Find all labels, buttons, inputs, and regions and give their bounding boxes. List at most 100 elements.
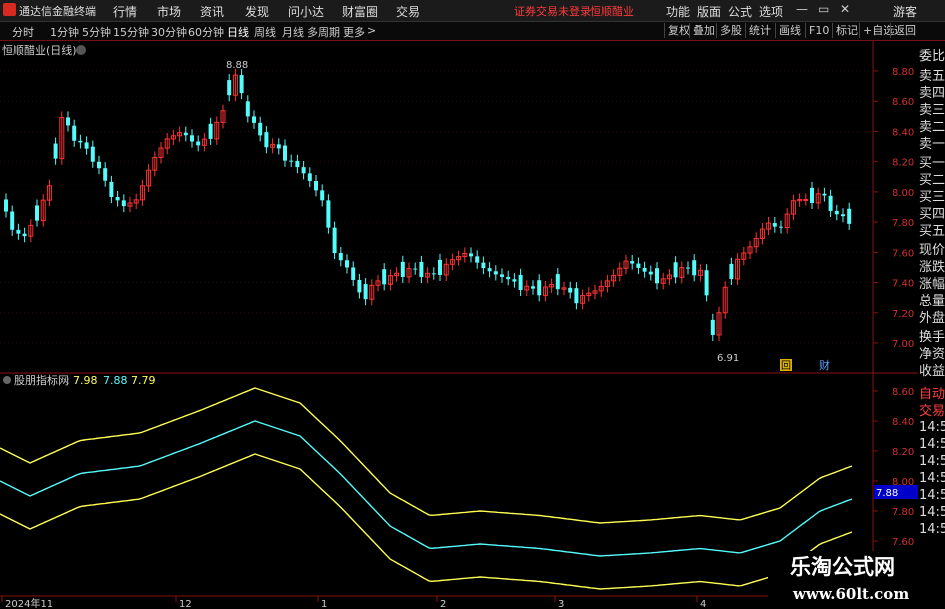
candle-body [351,267,356,280]
tick-time: 14:56 [919,454,945,469]
maximize-icon[interactable]: ▭ [818,2,829,16]
candle-body [314,181,318,191]
period-more[interactable]: 更多 [343,24,365,40]
f10-button[interactable]: F10 [805,23,829,38]
candle-body [264,132,269,148]
kline-tick-label: 7.40 [892,279,914,290]
stock-name: 恒顺醋业 [590,5,634,18]
period-1min[interactable]: 1分钟 [50,24,79,40]
kline-candles [4,69,852,342]
fuquan-button[interactable]: 复权 [664,23,690,38]
candle-body [828,195,833,211]
period-15min[interactable]: 15分钟 [113,24,149,40]
candle-body [295,160,300,168]
menu-gongneng[interactable]: 功能 [666,3,690,20]
period-30min[interactable]: 30分钟 [151,24,187,40]
indicator-name: 股朋指标网 [14,373,69,387]
period-monthly[interactable]: 月线 [282,24,304,40]
kline-title: 恒顺醋业(日线) [2,43,77,57]
time-tick-label: 2024年11 [5,597,53,609]
indicator-sep: : [66,374,70,387]
candle-body [487,268,492,272]
menu-gongshi[interactable]: 公式 [728,3,752,20]
candle-body [109,181,114,198]
candle-body [239,75,244,94]
period-60min[interactable]: 60分钟 [188,24,224,40]
user-label[interactable]: 游客 [893,3,917,20]
menu-hangqing[interactable]: 行情 [113,3,137,20]
candle-body [475,256,480,263]
current-value-text: 7.88 [876,488,898,499]
indicator-tick-label: 7.80 [892,507,914,518]
kline-tick-label: 7.20 [892,309,914,320]
menu-shichang[interactable]: 市场 [157,3,181,20]
candle-body [258,122,263,136]
close-icon[interactable]: ✕ [840,2,850,16]
add-favorite-button[interactable]: +自选 [859,23,894,38]
candle-body [686,267,690,269]
repurchase-marker-label: 回 [781,360,791,372]
chevron-right-icon[interactable]: > [367,24,376,37]
candle-body [53,143,58,159]
menu-zixun[interactable]: 资讯 [200,3,224,20]
candle-body [772,223,777,227]
period-multi[interactable]: 多周期 [307,24,340,40]
quote-label-buy5[interactable]: 买五 [919,220,945,239]
indicator-line-1 [0,420,853,557]
indicator-line-0 [0,387,853,524]
watermark-url: www.60lt.com [793,585,910,603]
stats-button[interactable]: 统计 [745,23,771,38]
candle-body [469,253,473,257]
menu-jiaoyi[interactable]: 交易 [396,3,420,20]
candle-body [779,226,783,228]
chart-area[interactable]: 8.80 8.60 8.40 8.20 8.00 7.80 7.60 7.40 7.20 7.00… [0,41,918,609]
period-daily[interactable]: 日线 [227,24,249,40]
candle-body [190,135,194,142]
menu-faxian[interactable]: 发现 [245,3,269,20]
candle-body [531,286,535,289]
candle-body [803,198,809,201]
candle-body [636,263,641,268]
candle-body [252,116,256,123]
menu-banmian[interactable]: 版面 [697,3,721,20]
kline-price-axis: 8.80 8.60 8.40 8.20 8.00 7.80 7.60 7.40 7.20 7.00 [873,67,914,350]
candle-body [648,271,653,275]
back-button[interactable]: 返回 [890,23,916,38]
multi-stock-button[interactable]: 多股 [716,23,742,38]
indicator-tick-label: 8.60 [892,387,914,398]
time-axis: 2024年11 12 1 2 3 4 [1,596,706,609]
period-weekly[interactable]: 周线 [254,24,276,40]
candle-body [115,197,120,201]
menu-caifuquan[interactable]: 财富圈 [342,3,378,20]
trade-label[interactable]: 交易 [919,400,945,419]
menu-bar: 通达信金融终端 行情 市场 资讯 发现 问小达 财富圈 交易 证券交易未登录 恒… [0,0,945,22]
login-notice[interactable]: 证券交易未登录 [514,3,591,19]
indicator-toggle-icon[interactable] [3,376,11,384]
minimize-icon[interactable]: — [796,2,808,16]
high-label: 8.88 [226,60,248,71]
candle-body [493,271,498,275]
time-tick-label: 2 [440,599,446,609]
menu-wenxiaoda[interactable]: 问小达 [288,3,324,20]
period-fenshi[interactable]: 分时 [12,24,34,40]
kline-tick-label: 8.60 [892,97,914,108]
period-5min[interactable]: 5分钟 [82,24,111,40]
candle-body [72,125,77,141]
candle-body [692,260,697,276]
watermark-title: 乐淘公式网 [790,554,895,579]
time-tick-label: 1 [321,599,327,609]
quote-label-sell1[interactable]: 卖一 [919,133,945,152]
candle-body [630,261,635,264]
candle-body [642,267,647,272]
title-dropdown-icon[interactable] [76,45,86,55]
candle-body [512,279,517,282]
menu-xuanxiang[interactable]: 选项 [759,3,783,20]
mark-button[interactable]: 标记 [832,23,858,38]
draw-button[interactable]: 画线 [775,23,801,38]
candle-body [363,284,368,300]
overlay-button[interactable]: 叠加 [689,23,715,38]
candle-body [283,145,287,161]
finance-marker-label[interactable]: 财 [819,358,830,372]
candle-body [4,199,8,212]
candle-body [500,274,504,277]
